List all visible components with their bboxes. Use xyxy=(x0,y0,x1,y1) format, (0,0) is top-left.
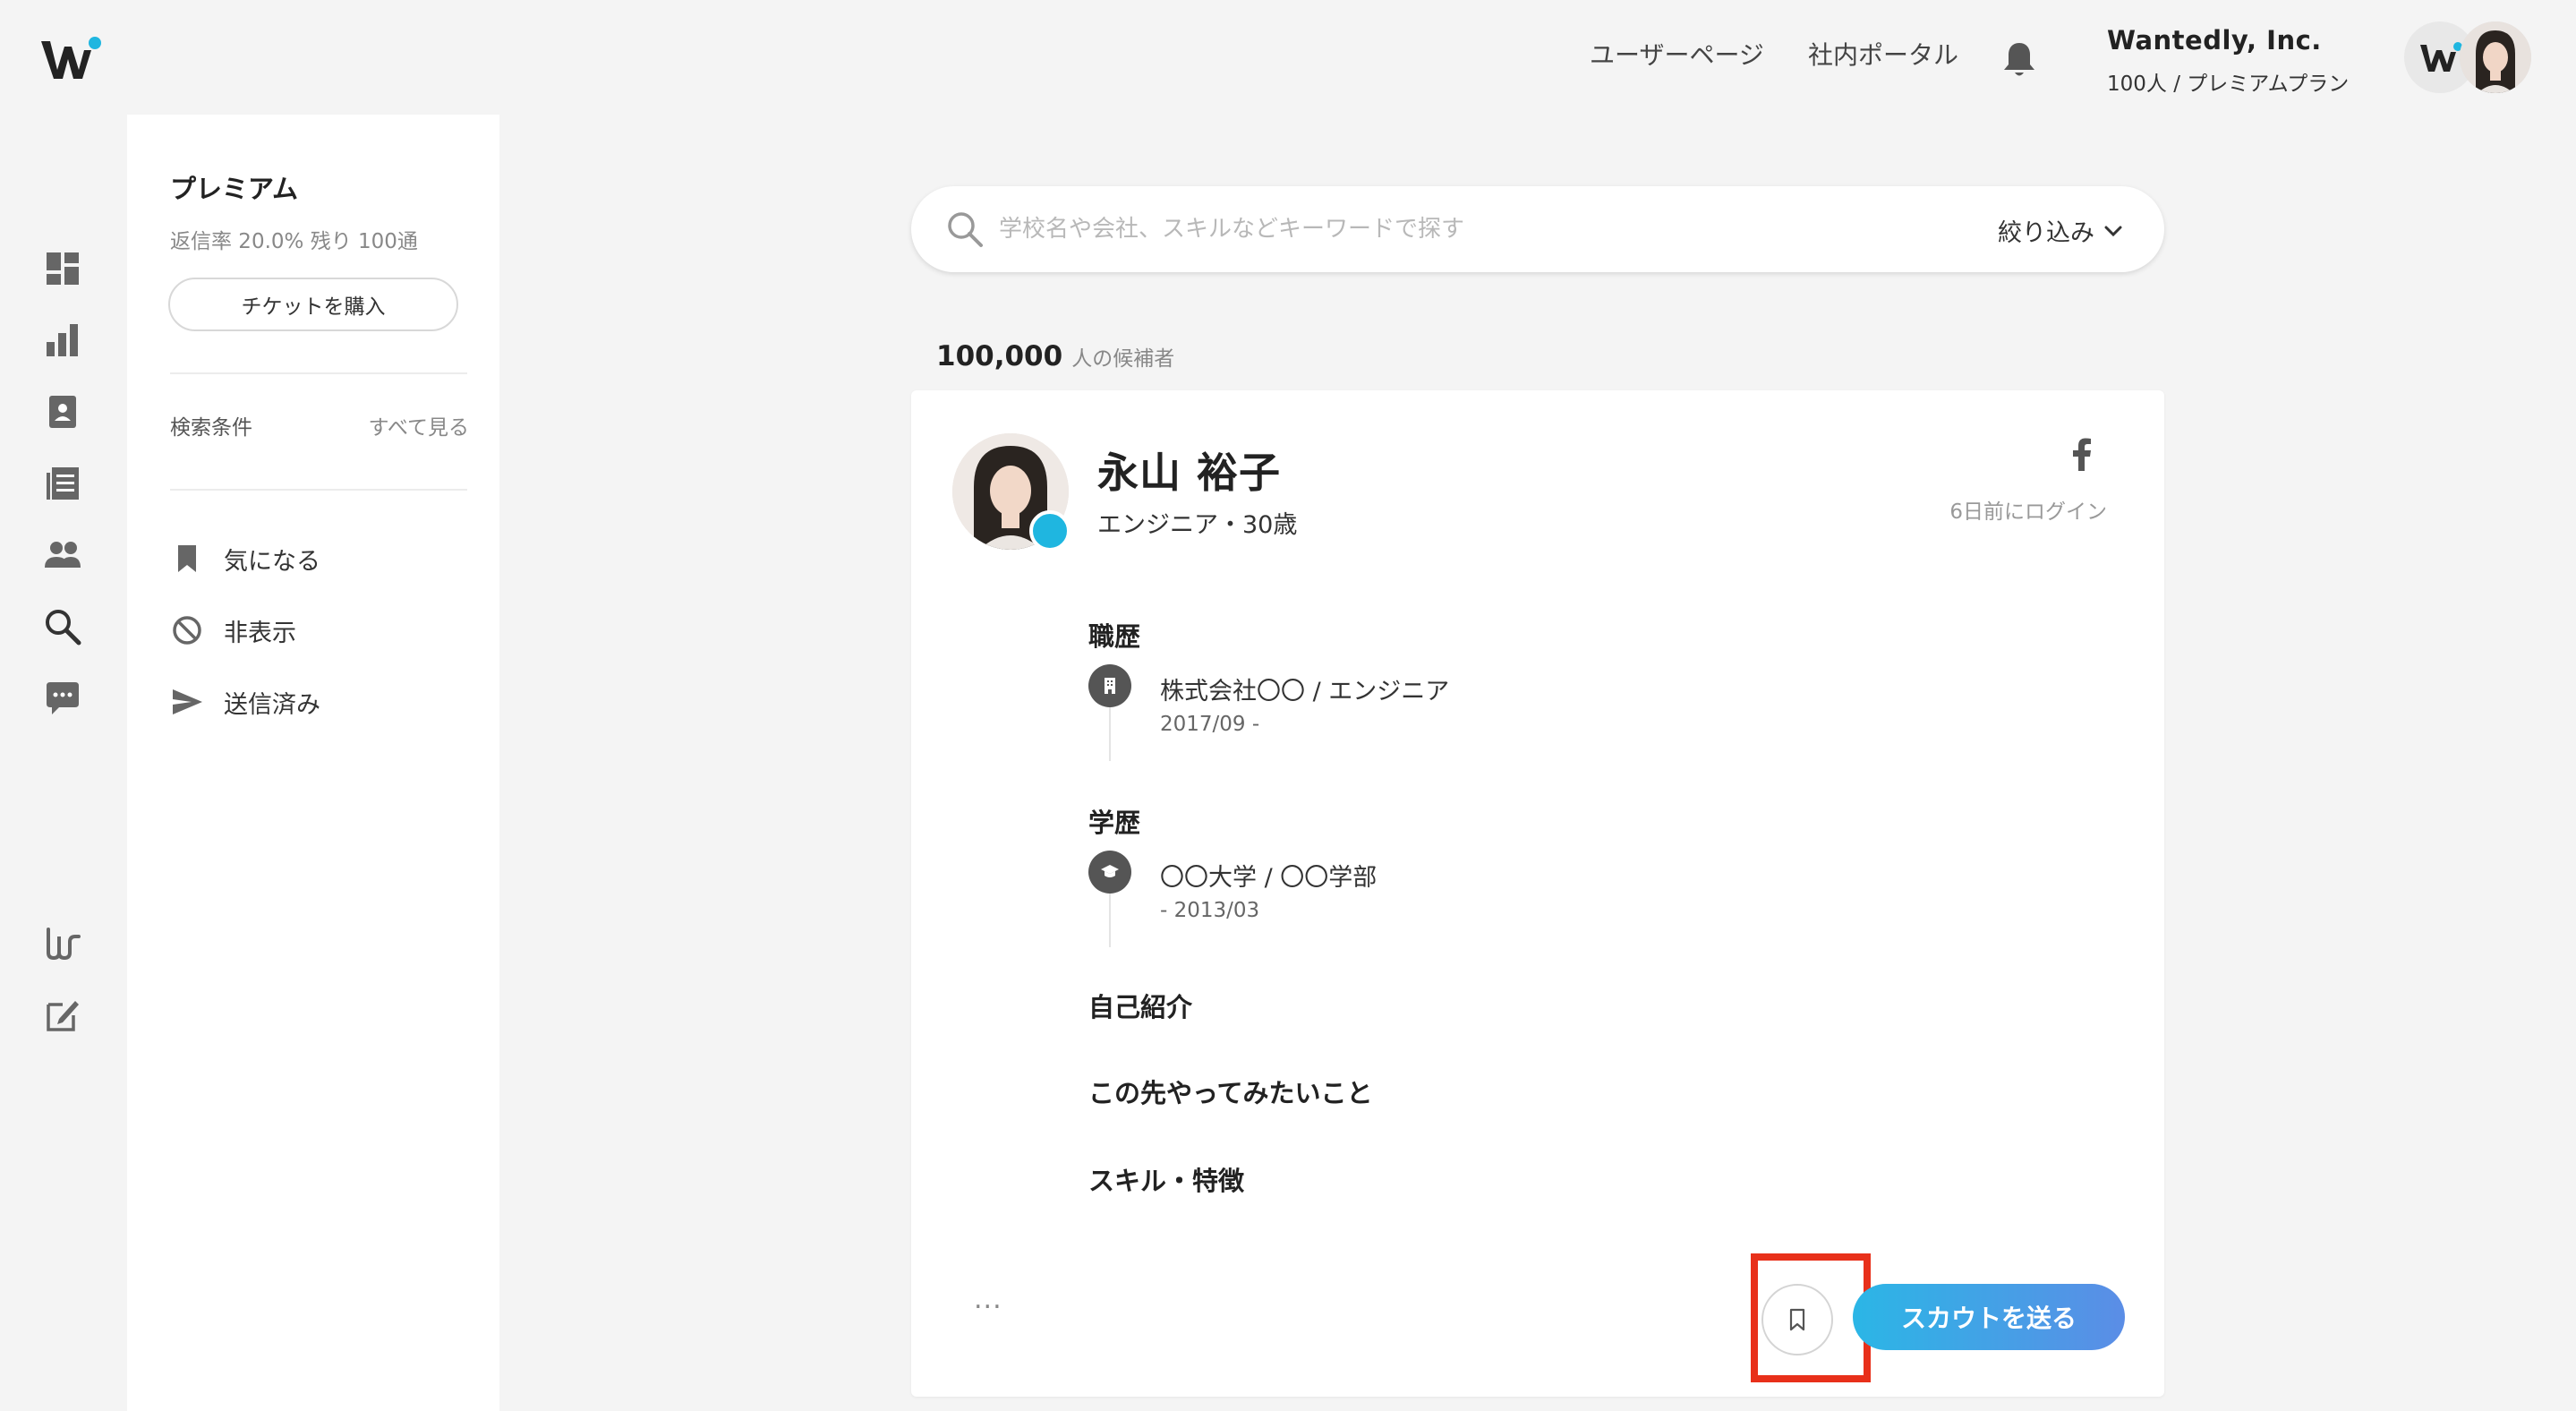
contact-icon[interactable] xyxy=(43,392,82,432)
top-bar: ユーザーページ 社内ポータル Wantedly, Inc. 100人 / プレミ… xyxy=(0,0,2576,115)
result-count-number: 100,000 xyxy=(936,340,1063,372)
chevron-down-icon xyxy=(2104,226,2122,236)
send-icon xyxy=(173,689,202,714)
result-count-unit: 人の候補者 xyxy=(1071,347,1175,371)
wantedly-logo[interactable] xyxy=(39,34,104,82)
sidebar-item-label: 気になる xyxy=(224,547,320,576)
bookmark-icon xyxy=(178,545,196,572)
send-scout-button[interactable]: スカウトを送る xyxy=(1853,1284,2125,1350)
articles-icon[interactable] xyxy=(43,464,82,503)
more-options-button[interactable]: ... xyxy=(974,1284,1002,1315)
sidebar-divider xyxy=(170,372,467,374)
sidebar-divider xyxy=(170,489,467,491)
filter-button[interactable]: 絞り込み xyxy=(1998,213,2125,248)
bell-icon[interactable] xyxy=(2001,39,2037,79)
sidebar-item-label: 送信済み xyxy=(224,690,320,719)
edu-dot xyxy=(1088,851,1131,894)
result-count: 100,000 人の候補者 xyxy=(936,340,1174,372)
user-photo-icon xyxy=(2460,21,2531,93)
search-input[interactable] xyxy=(999,206,1894,252)
account-switcher[interactable] xyxy=(2404,21,2531,93)
work-dot xyxy=(1088,664,1131,707)
work-history-heading: 職歴 xyxy=(1088,621,1141,652)
graduation-cap-icon xyxy=(1101,865,1119,877)
search-bar: 絞り込み xyxy=(911,186,2164,272)
company-name[interactable]: Wantedly, Inc. xyxy=(2107,25,2322,56)
edu-entry-date: - 2013/03 xyxy=(1160,899,1260,922)
sidebar-item-label: 非表示 xyxy=(224,619,296,647)
people-icon[interactable] xyxy=(43,535,82,575)
brand-icon[interactable] xyxy=(43,924,82,963)
edit-icon[interactable] xyxy=(43,996,82,1035)
filter-label: 絞り込み xyxy=(1998,219,2094,247)
search-icon xyxy=(948,212,983,247)
plan-title: プレミアム xyxy=(170,174,298,204)
sidebar-item-hidden[interactable]: 非表示 xyxy=(170,609,296,652)
candidate-card[interactable]: 永山 裕子 エンジニア・30歳 6日前にログイン 職歴 株式会社〇〇 / エンジ… xyxy=(911,390,2164,1397)
timeline-line xyxy=(1109,707,1111,761)
buy-ticket-button[interactable]: チケットを購入 xyxy=(168,278,458,331)
company-plan: 100人 / プレミアムプラン xyxy=(2107,73,2350,96)
user-avatar xyxy=(2460,21,2531,93)
chat-icon[interactable] xyxy=(43,679,82,718)
work-entry-title: 株式会社〇〇 / エンジニア xyxy=(1160,678,1450,706)
search-icon[interactable] xyxy=(43,607,82,646)
see-all-link[interactable]: すべて見る xyxy=(369,410,469,440)
building-icon xyxy=(1105,678,1115,694)
future-goals-heading: この先やってみたいこと xyxy=(1088,1078,1373,1108)
candidate-name[interactable]: 永山 裕子 xyxy=(1097,440,1281,500)
candidate-role: エンジニア・30歳 xyxy=(1097,511,1298,539)
work-entry-date: 2017/09 - xyxy=(1160,713,1260,736)
bookmark-button[interactable] xyxy=(1761,1284,1833,1355)
sidebar-item-bookmarked[interactable]: 気になる xyxy=(170,537,320,580)
bar-chart-icon[interactable] xyxy=(43,321,82,360)
self-intro-heading: 自己紹介 xyxy=(1088,992,1193,1022)
facebook-icon[interactable] xyxy=(2068,437,2094,471)
sidebar-panel: プレミアム 返信率 20.0% 残り 100通 チケットを購入 検索条件 すべて… xyxy=(127,115,499,1411)
education-heading: 学歴 xyxy=(1088,808,1141,838)
search-conditions-label: 検索条件 xyxy=(170,416,252,440)
skills-heading: スキル・特徴 xyxy=(1088,1166,1245,1196)
plan-stats: 返信率 20.0% 残り 100通 xyxy=(170,230,418,253)
edu-entry-title: 〇〇大学 / 〇〇学部 xyxy=(1160,864,1378,892)
bookmark-outline-icon xyxy=(1789,1308,1805,1331)
nav-user-page[interactable]: ユーザーページ xyxy=(1590,36,1764,72)
sidebar-item-sent[interactable]: 送信済み xyxy=(170,680,320,723)
nav-internal-portal[interactable]: 社内ポータル xyxy=(1808,36,1958,72)
block-icon xyxy=(173,616,201,645)
timeline-line xyxy=(1109,894,1111,947)
dashboard-icon[interactable] xyxy=(43,249,82,288)
online-status-badge xyxy=(1029,510,1070,552)
last-login: 6日前にログイン xyxy=(1949,500,2107,524)
